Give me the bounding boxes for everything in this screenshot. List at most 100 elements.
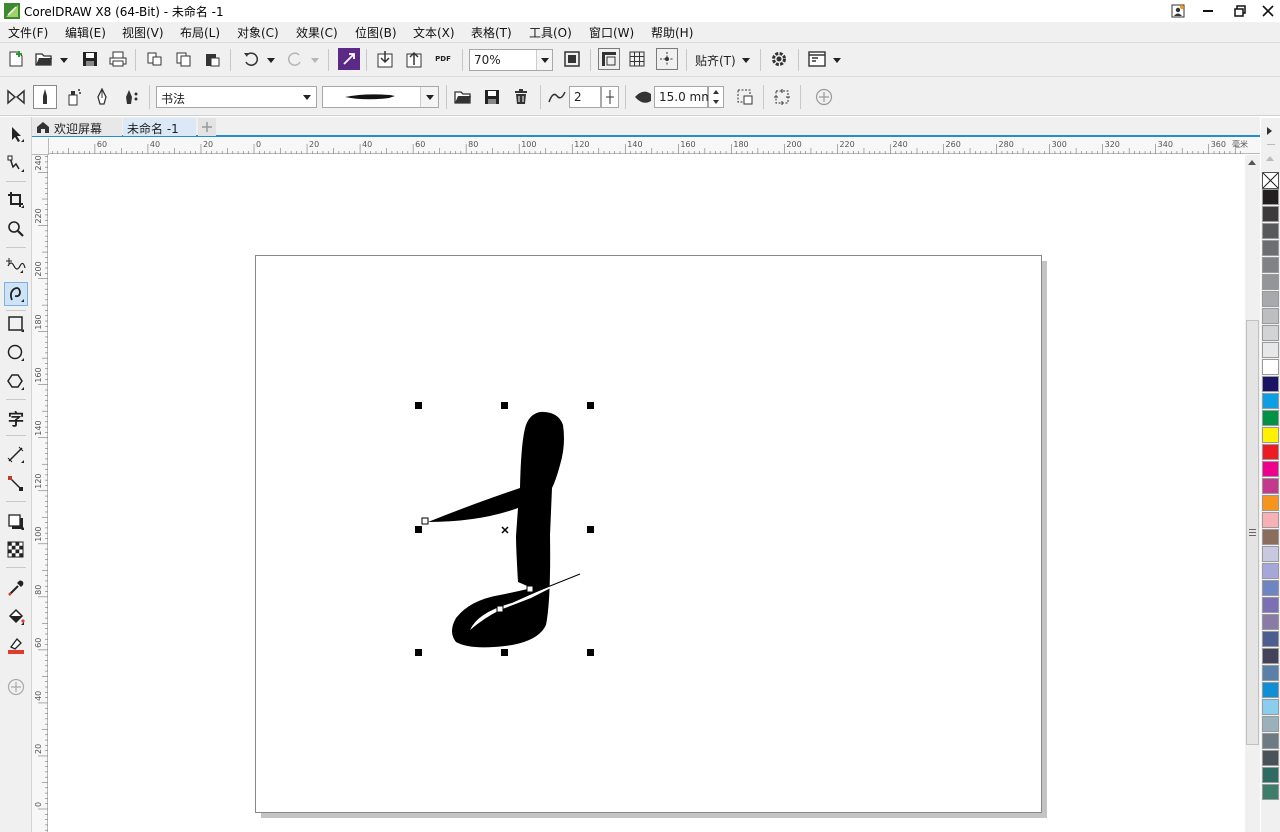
menu-tools[interactable]: 工具(O) bbox=[529, 24, 572, 41]
import-icon[interactable] bbox=[374, 48, 396, 70]
resize-handle[interactable] bbox=[587, 402, 594, 409]
drop-shadow-tool-icon[interactable] bbox=[4, 510, 28, 534]
delete-icon[interactable] bbox=[510, 86, 532, 108]
zoom-tool-icon[interactable] bbox=[4, 217, 28, 241]
palette-scroll-up-icon[interactable] bbox=[1266, 156, 1274, 161]
color-swatch[interactable] bbox=[1262, 308, 1279, 324]
color-swatch[interactable] bbox=[1262, 478, 1279, 494]
menu-table[interactable]: 表格(T) bbox=[471, 24, 512, 41]
color-swatch[interactable] bbox=[1262, 223, 1279, 239]
color-swatch[interactable] bbox=[1262, 495, 1279, 511]
stroke-width-input[interactable]: 15.0 mm bbox=[654, 86, 713, 108]
smart-fill-tool-icon[interactable] bbox=[4, 634, 28, 658]
menu-text[interactable]: 文本(X) bbox=[413, 24, 455, 41]
color-swatch[interactable] bbox=[1262, 699, 1279, 715]
interactive-fill-tool-icon[interactable] bbox=[4, 605, 28, 629]
open-folder-icon[interactable] bbox=[33, 48, 55, 70]
freehand-tool-icon[interactable] bbox=[4, 253, 28, 277]
menu-view[interactable]: 视图(V) bbox=[122, 24, 164, 41]
color-swatch[interactable] bbox=[1262, 206, 1279, 222]
color-swatch[interactable] bbox=[1262, 257, 1279, 273]
add-icon[interactable] bbox=[813, 86, 835, 108]
tab-welcome-screen[interactable]: 欢迎屏幕 bbox=[32, 118, 122, 136]
brush-mode-icon[interactable] bbox=[33, 85, 57, 109]
ellipse-tool-icon[interactable] bbox=[4, 341, 28, 365]
publish-pdf-icon[interactable]: PDF bbox=[432, 48, 454, 70]
horizontal-ruler[interactable]: 60 40 20 0 20 40 60 80 100 120 140 160 180 200 220 240 2… bbox=[32, 138, 1260, 154]
calligraphy-stroke-object[interactable] bbox=[400, 395, 600, 665]
color-swatch[interactable] bbox=[1262, 631, 1279, 647]
chevron-down-icon[interactable] bbox=[742, 58, 750, 63]
menu-edit[interactable]: 编辑(E) bbox=[65, 24, 106, 41]
node-handle[interactable] bbox=[496, 605, 504, 613]
color-swatch[interactable] bbox=[1262, 546, 1279, 562]
launcher-icon[interactable] bbox=[338, 48, 360, 70]
menu-help[interactable]: 帮助(H) bbox=[651, 24, 693, 41]
center-of-rotation-icon[interactable] bbox=[501, 526, 509, 534]
show-rulers-icon[interactable] bbox=[598, 48, 620, 70]
color-swatch[interactable] bbox=[1262, 529, 1279, 545]
node-handle[interactable] bbox=[421, 517, 429, 525]
chevron-down-icon[interactable] bbox=[60, 58, 68, 63]
artistic-media-tool-icon[interactable] bbox=[4, 282, 28, 306]
rectangle-tool-icon[interactable] bbox=[4, 312, 28, 336]
color-swatch[interactable] bbox=[1262, 682, 1279, 698]
color-swatch[interactable] bbox=[1262, 393, 1279, 409]
sprayer-mode-icon[interactable] bbox=[63, 86, 85, 108]
redo-icon[interactable] bbox=[284, 48, 306, 70]
gear-icon[interactable] bbox=[768, 48, 790, 70]
color-swatch[interactable] bbox=[1262, 376, 1279, 392]
smoothing-icon[interactable] bbox=[546, 86, 568, 108]
color-swatch[interactable] bbox=[1262, 291, 1279, 307]
ruler-origin-corner[interactable] bbox=[32, 138, 49, 155]
browse-folder-icon[interactable] bbox=[452, 86, 474, 108]
node-handle[interactable] bbox=[526, 585, 534, 593]
connector-tool-icon[interactable] bbox=[4, 472, 28, 496]
new-document-icon[interactable] bbox=[5, 48, 27, 70]
account-icon[interactable] bbox=[1162, 0, 1194, 22]
color-swatch[interactable] bbox=[1262, 427, 1279, 443]
add-tool-icon[interactable] bbox=[4, 675, 28, 699]
chevron-down-icon[interactable] bbox=[267, 58, 275, 63]
color-swatch[interactable] bbox=[1262, 240, 1279, 256]
resize-handle[interactable] bbox=[587, 526, 594, 533]
stroke-shape-select[interactable] bbox=[322, 86, 439, 108]
menu-effects[interactable]: 效果(C) bbox=[296, 24, 338, 41]
print-icon[interactable] bbox=[107, 48, 129, 70]
spinner-up-icon[interactable] bbox=[713, 90, 719, 94]
resize-handle[interactable] bbox=[415, 526, 422, 533]
color-swatch[interactable] bbox=[1262, 342, 1279, 358]
expression-mode-icon[interactable] bbox=[119, 86, 141, 108]
vertical-ruler[interactable]: 240 220 200 180 160 140 120 100 80 60 40 20 0 bbox=[32, 154, 48, 832]
cut-icon[interactable] bbox=[143, 48, 165, 70]
pick-tool-icon[interactable] bbox=[4, 122, 28, 146]
color-swatch[interactable] bbox=[1262, 580, 1279, 596]
menu-bitmap[interactable]: 位图(B) bbox=[355, 24, 397, 41]
scale-with-object-icon[interactable] bbox=[734, 86, 756, 108]
minimize-button[interactable] bbox=[1192, 0, 1224, 22]
export-icon[interactable] bbox=[403, 48, 425, 70]
text-tool-icon[interactable]: 字 bbox=[4, 406, 28, 430]
preset-stroke-select[interactable]: 书法 bbox=[156, 86, 317, 108]
stroke-width-icon[interactable] bbox=[632, 86, 654, 108]
save-icon[interactable] bbox=[79, 48, 101, 70]
color-swatch[interactable] bbox=[1262, 733, 1279, 749]
color-swatch[interactable] bbox=[1262, 512, 1279, 528]
color-swatch[interactable] bbox=[1262, 410, 1279, 426]
drawing-page[interactable] bbox=[255, 255, 1042, 813]
undo-icon[interactable] bbox=[240, 48, 262, 70]
snap-to-menu[interactable]: 贴齐(T) bbox=[695, 52, 736, 69]
bounding-box-icon[interactable] bbox=[771, 86, 793, 108]
no-color-swatch[interactable] bbox=[1262, 172, 1279, 189]
color-swatch[interactable] bbox=[1262, 665, 1279, 681]
stroke-shape-dropdown[interactable] bbox=[420, 87, 438, 107]
save-stroke-icon[interactable] bbox=[481, 86, 503, 108]
color-swatch[interactable] bbox=[1262, 716, 1279, 732]
resize-handle[interactable] bbox=[587, 649, 594, 656]
color-swatch[interactable] bbox=[1262, 750, 1279, 766]
menu-object[interactable]: 对象(C) bbox=[237, 24, 279, 41]
dimension-tool-icon[interactable] bbox=[4, 443, 28, 467]
color-swatch[interactable] bbox=[1262, 597, 1279, 613]
palette-menu-icon[interactable] bbox=[1267, 127, 1272, 135]
zoom-dropdown-button[interactable] bbox=[536, 50, 552, 70]
